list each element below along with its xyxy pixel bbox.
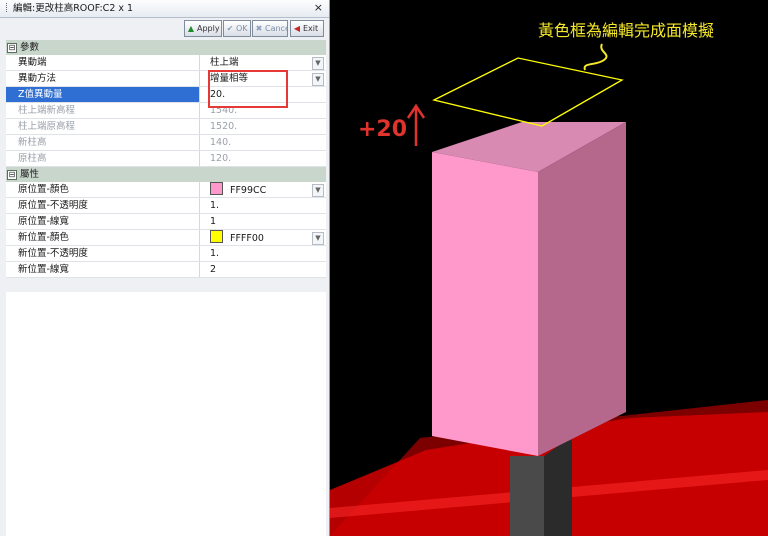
property-name: 異動方法 (6, 71, 200, 86)
color-swatch (210, 230, 223, 243)
3d-viewport[interactable]: 黃色框為編輯完成面模擬 +20 (330, 0, 768, 536)
preview-top-outline (432, 57, 624, 127)
offset-label: +20 (358, 117, 408, 142)
property-value: 1520. (200, 119, 326, 134)
row-new-color[interactable]: 新位置-顏色 FFFF00 ▼ (6, 230, 326, 246)
row-new-column-height: 新柱高 140. (6, 135, 326, 151)
row-new-opacity[interactable]: 新位置-不透明度 1. (6, 246, 326, 262)
property-name: 原柱高 (6, 151, 200, 166)
cancel-button[interactable]: ✖Cancel (252, 20, 288, 37)
dropdown-arrow-icon[interactable]: ▼ (312, 57, 324, 70)
collapse-icon[interactable]: ⊟ (7, 170, 17, 180)
row-new-linewidth[interactable]: 新位置-線寬 2 (6, 262, 326, 278)
property-name: 原位置-顏色 (6, 182, 200, 197)
apply-icon: ▲ (187, 24, 195, 33)
apply-button[interactable]: ▲ Apply (184, 20, 222, 37)
row-old-column-height: 原柱高 120. (6, 151, 326, 167)
property-name: 新位置-不透明度 (6, 246, 200, 261)
row-old-color[interactable]: 原位置-顏色 FF99CC ▼ (6, 182, 326, 198)
property-value[interactable]: 1. (200, 246, 326, 261)
column-lower-front (510, 456, 544, 536)
property-name: 新柱高 (6, 135, 200, 150)
color-swatch (210, 182, 223, 195)
drag-handle-icon[interactable] (6, 3, 9, 12)
exit-button[interactable]: ◀ Exit (290, 20, 324, 37)
row-old-opacity[interactable]: 原位置-不透明度 1. (6, 198, 326, 214)
property-value[interactable]: 1. (200, 198, 326, 213)
annotation-text: 黃色框為編輯完成面模擬 (538, 21, 715, 40)
annotation-leader (583, 43, 608, 71)
color-picker[interactable]: FF99CC ▼ (200, 182, 326, 197)
property-name: 柱上端新高程 (6, 103, 200, 118)
property-name: 新位置-顏色 (6, 230, 200, 245)
column-front-face (432, 152, 538, 456)
close-icon[interactable]: × (314, 1, 323, 15)
property-name: 異動端 (6, 55, 200, 70)
property-name: 柱上端原高程 (6, 119, 200, 134)
property-name: 新位置-線寬 (6, 262, 200, 277)
3d-scene[interactable] (330, 0, 768, 536)
x-icon: ✖ (255, 24, 263, 33)
row-old-linewidth[interactable]: 原位置-線寬 1 (6, 214, 326, 230)
highlight-annotation-box (208, 70, 288, 108)
dialog-toolbar: ▲Apply ✔OK ✖Cancel ◀Exit (0, 18, 329, 40)
dropdown-arrow-icon[interactable]: ▼ (312, 184, 324, 197)
property-name: 原位置-線寬 (6, 214, 200, 229)
property-name: 原位置-不透明度 (6, 198, 200, 213)
exit-arrow-icon: ◀ (293, 24, 301, 33)
dropdown-arrow-icon[interactable]: ▼ (312, 232, 324, 245)
property-value[interactable]: 1 (200, 214, 326, 229)
check-icon: ✔ (226, 24, 234, 33)
edit-dialog: 編輯:更改柱高ROOF:C2 x 1 × ▲Apply ✔OK ✖Cancel … (0, 0, 330, 536)
category-props[interactable]: ⊟ 屬性 (6, 167, 326, 182)
dialog-title: 編輯:更改柱高ROOF:C2 x 1 (13, 3, 134, 14)
ok-button[interactable]: ✔ OK (223, 20, 251, 37)
property-value[interactable]: 2 (200, 262, 326, 277)
property-name: Z值異動量 (6, 87, 200, 102)
property-value: 120. (200, 151, 326, 166)
property-value: 140. (200, 135, 326, 150)
collapse-icon[interactable]: ⊟ (7, 43, 17, 53)
row-change-end[interactable]: 異動端 柱上端 ▼ (6, 55, 326, 71)
property-value[interactable]: 柱上端 ▼ (200, 55, 326, 70)
row-old-top-elevation: 柱上端原高程 1520. (6, 119, 326, 135)
dropdown-arrow-icon[interactable]: ▼ (312, 73, 324, 86)
column-side-face (538, 122, 626, 456)
color-picker[interactable]: FFFF00 ▼ (200, 230, 326, 245)
dialog-titlebar[interactable]: 編輯:更改柱高ROOF:C2 x 1 × (0, 0, 329, 18)
property-grid-empty-area (6, 292, 326, 536)
category-params[interactable]: ⊟ 參數 (6, 40, 326, 55)
